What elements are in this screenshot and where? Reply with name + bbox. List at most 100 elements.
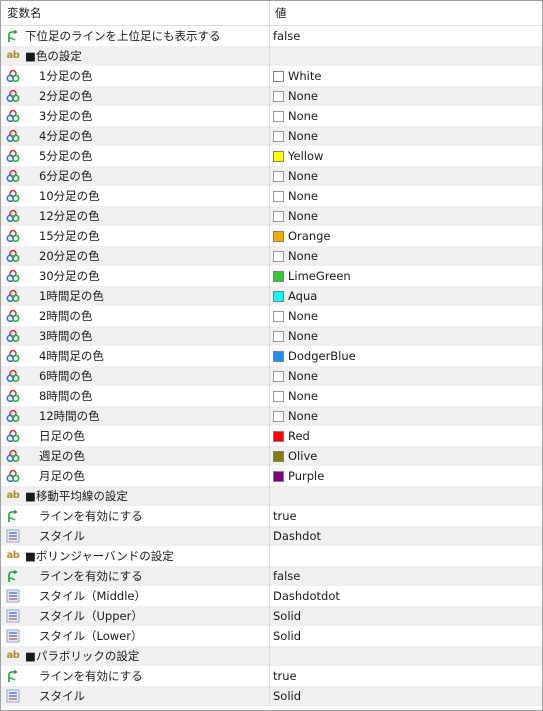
parameter-row[interactable]: スタイル（Lower） Solid bbox=[1, 626, 542, 646]
parameter-label: 4分足の色 bbox=[39, 129, 93, 143]
parameter-row[interactable]: 6時間の色 None bbox=[1, 366, 542, 386]
parameter-name-cell: 12分足の色 bbox=[1, 206, 270, 226]
parameter-value-cell[interactable]: LimeGreen bbox=[270, 266, 542, 286]
parameter-row[interactable]: 8時間の色 None bbox=[1, 386, 542, 406]
parameter-row[interactable]: 12時間の色 None bbox=[1, 406, 542, 426]
parameter-row[interactable]: 20分足の色 None bbox=[1, 246, 542, 266]
parameter-value-cell[interactable]: None bbox=[270, 386, 542, 406]
parameter-name-cell: スタイル（Middle） bbox=[1, 586, 270, 606]
parameter-value: None bbox=[288, 329, 319, 343]
parameter-name-cell: ラインを有効にする bbox=[1, 666, 270, 686]
parameter-label: 下位足のラインを上位足にも表示する bbox=[25, 29, 221, 43]
parameter-name-cell: 4分足の色 bbox=[1, 126, 270, 146]
parameter-row[interactable]: スタイル Dashdot bbox=[1, 526, 542, 546]
parameter-row[interactable]: 10分足の色 None bbox=[1, 186, 542, 206]
parameter-row[interactable]: 週足の色 Olive bbox=[1, 446, 542, 466]
parameter-value-cell[interactable]: Solid bbox=[270, 606, 542, 626]
parameter-row[interactable]: ラインを有効にする true bbox=[1, 506, 542, 526]
parameter-row[interactable]: スタイル Solid bbox=[1, 686, 542, 706]
parameter-value-cell[interactable]: DodgerBlue bbox=[270, 346, 542, 366]
color-palette-icon bbox=[5, 308, 21, 324]
color-palette-icon bbox=[5, 188, 21, 204]
parameter-label: 15分足の色 bbox=[39, 229, 100, 243]
parameter-value: LimeGreen bbox=[288, 269, 351, 283]
parameter-row[interactable]: 15分足の色 Orange bbox=[1, 226, 542, 246]
parameter-row[interactable]: ラインを有効にする false bbox=[1, 566, 542, 586]
parameter-value-cell[interactable]: Dashdot bbox=[270, 526, 542, 546]
parameter-value: false bbox=[273, 29, 301, 43]
parameter-row[interactable]: 日足の色 Red bbox=[1, 426, 542, 446]
parameter-label: 10分足の色 bbox=[39, 189, 100, 203]
parameter-value-cell[interactable]: None bbox=[270, 166, 542, 186]
color-palette-icon bbox=[5, 468, 21, 484]
parameter-label: スタイル（Upper） bbox=[39, 609, 143, 623]
parameter-value-cell[interactable]: Yellow bbox=[270, 146, 542, 166]
parameter-label: 12分足の色 bbox=[39, 209, 100, 223]
parameter-value: White bbox=[288, 69, 322, 83]
parameter-value-cell[interactable]: Olive bbox=[270, 446, 542, 466]
parameter-value-cell[interactable]: None bbox=[270, 366, 542, 386]
parameter-label: ■パラボリックの設定 bbox=[25, 649, 140, 663]
parameter-label: スタイル（Lower） bbox=[39, 629, 143, 643]
parameter-value-cell[interactable]: None bbox=[270, 86, 542, 106]
parameter-value-cell[interactable]: true bbox=[270, 506, 542, 526]
parameter-value-cell[interactable]: None bbox=[270, 406, 542, 426]
parameter-row[interactable]: 月足の色 Purple bbox=[1, 466, 542, 486]
parameter-value-cell[interactable]: None bbox=[270, 246, 542, 266]
parameter-value-cell[interactable]: None bbox=[270, 106, 542, 126]
string-ab-icon: ab bbox=[6, 50, 20, 61]
parameter-value-cell[interactable]: None bbox=[270, 126, 542, 146]
parameter-label: 月足の色 bbox=[39, 469, 85, 483]
parameter-row[interactable]: 2時間の色 None bbox=[1, 306, 542, 326]
parameter-name-cell: スタイル（Lower） bbox=[1, 626, 270, 646]
parameter-value-cell[interactable]: Orange bbox=[270, 226, 542, 246]
parameter-value-cell[interactable]: Aqua bbox=[270, 286, 542, 306]
parameter-value-cell[interactable]: Purple bbox=[270, 466, 542, 486]
parameter-value-cell[interactable]: Dashdotdot bbox=[270, 586, 542, 606]
parameter-row[interactable]: 下位足のラインを上位足にも表示する false bbox=[1, 26, 542, 46]
parameter-row[interactable]: 6分足の色 None bbox=[1, 166, 542, 186]
color-swatch bbox=[273, 130, 284, 142]
parameter-row[interactable]: スタイル（Upper） Solid bbox=[1, 606, 542, 626]
parameter-label: スタイル bbox=[39, 529, 85, 543]
parameter-row[interactable]: ラインを有効にする true bbox=[1, 666, 542, 686]
parameter-name-cell: ab ■移動平均線の設定 bbox=[1, 486, 270, 506]
parameter-row[interactable]: 1時間足の色 Aqua bbox=[1, 286, 542, 306]
parameter-row[interactable]: 30分足の色 LimeGreen bbox=[1, 266, 542, 286]
parameter-row[interactable]: 12分足の色 None bbox=[1, 206, 542, 226]
section-row[interactable]: ab ■色の設定 bbox=[1, 46, 542, 66]
parameter-row[interactable]: 3時間の色 None bbox=[1, 326, 542, 346]
parameter-value-cell[interactable]: White bbox=[270, 66, 542, 86]
parameter-value: Yellow bbox=[288, 149, 324, 163]
parameter-row[interactable]: 4時間足の色 DodgerBlue bbox=[1, 346, 542, 366]
section-row[interactable]: ab ■ボリンジャーバンドの設定 bbox=[1, 546, 542, 566]
parameter-value-cell[interactable]: None bbox=[270, 326, 542, 346]
parameter-label: ラインを有効にする bbox=[39, 669, 143, 683]
header-variable-name[interactable]: 変数名 bbox=[1, 1, 270, 25]
parameter-row[interactable]: 2分足の色 None bbox=[1, 86, 542, 106]
color-swatch bbox=[273, 170, 284, 182]
parameter-value-cell[interactable]: Solid bbox=[270, 686, 542, 706]
section-row[interactable]: ab ■パラボリックの設定 bbox=[1, 646, 542, 666]
header-value[interactable]: 値 bbox=[270, 1, 542, 25]
parameter-value-cell[interactable]: true bbox=[270, 666, 542, 686]
parameter-row[interactable]: 3分足の色 None bbox=[1, 106, 542, 126]
parameter-row[interactable]: スタイル（Middle） Dashdotdot bbox=[1, 586, 542, 606]
parameter-value: None bbox=[288, 169, 319, 183]
parameter-label: ラインを有効にする bbox=[39, 509, 143, 523]
parameter-value-cell[interactable]: Solid bbox=[270, 626, 542, 646]
parameter-value-cell[interactable]: None bbox=[270, 306, 542, 326]
parameter-value-cell[interactable]: None bbox=[270, 206, 542, 226]
parameter-row[interactable]: 4分足の色 None bbox=[1, 126, 542, 146]
color-palette-icon bbox=[5, 228, 21, 244]
parameter-value-cell[interactable]: false bbox=[270, 566, 542, 586]
parameter-name-cell: ラインを有効にする bbox=[1, 506, 270, 526]
parameter-value-cell[interactable]: false bbox=[270, 26, 542, 46]
parameter-name-cell: 15分足の色 bbox=[1, 226, 270, 246]
parameter-row[interactable]: 5分足の色 Yellow bbox=[1, 146, 542, 166]
parameter-row[interactable]: 1分足の色 White bbox=[1, 66, 542, 86]
color-palette-icon bbox=[5, 248, 21, 264]
section-row[interactable]: ab ■移動平均線の設定 bbox=[1, 486, 542, 506]
parameter-value-cell[interactable]: None bbox=[270, 186, 542, 206]
parameter-value-cell[interactable]: Red bbox=[270, 426, 542, 446]
